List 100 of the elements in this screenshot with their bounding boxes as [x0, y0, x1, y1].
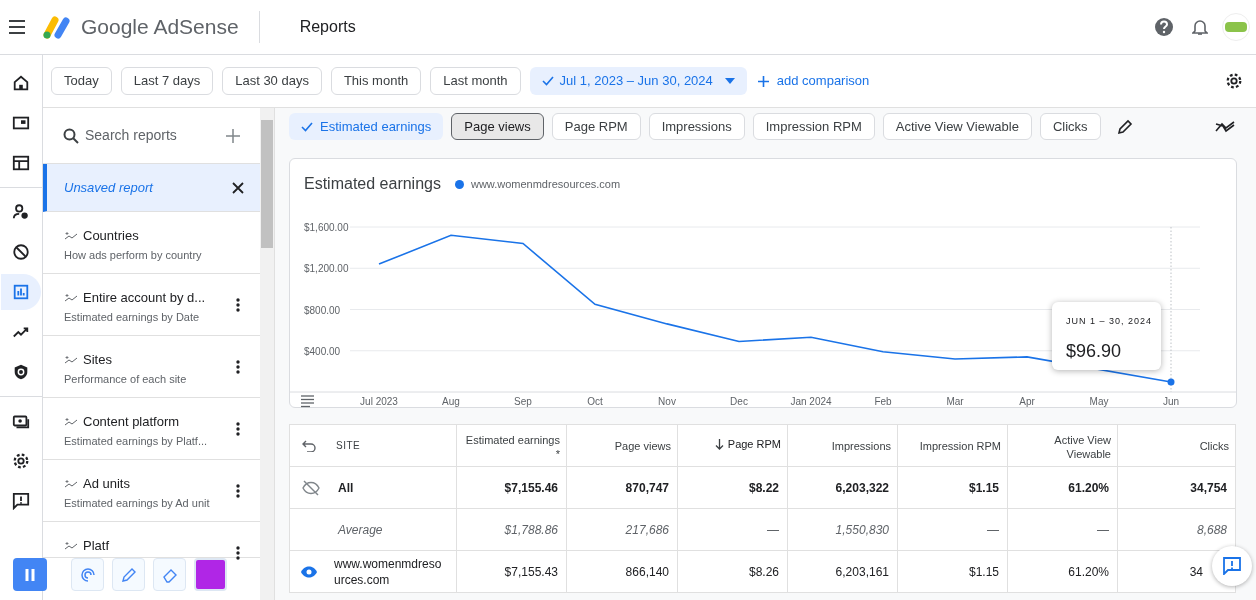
sparkle-trend-icon [64, 292, 78, 303]
x-axis-label: Jun [1162, 396, 1180, 407]
date-range-chip[interactable]: Today [51, 67, 112, 95]
report-description: How ads perform by country [64, 247, 202, 263]
table-cell: 217,686 [625, 522, 669, 537]
table-cell: $1,788.86 [504, 522, 558, 537]
x-axis-label: Apr [1019, 396, 1035, 407]
table-cell: 870,747 [625, 480, 669, 495]
trend-lines-icon[interactable] [1215, 120, 1235, 133]
sparkle-trend-icon [64, 354, 78, 365]
plus-icon [757, 75, 769, 87]
spotlight-tool-button[interactable] [71, 558, 104, 591]
settings-icon[interactable] [1225, 72, 1243, 90]
table-cell: $7,155.46 [504, 480, 558, 495]
table-cell: All [338, 479, 354, 496]
eraser-tool-button[interactable] [153, 558, 186, 591]
table-cell: $8.22 [748, 480, 779, 495]
pause-button[interactable] [13, 558, 47, 591]
pen-color-swatch[interactable] [194, 558, 227, 591]
pause-icon [25, 568, 35, 581]
x-axis-label: Aug [442, 396, 460, 407]
date-range-chip[interactable]: Jul 1, 2023 – Jun 30, 2024 [529, 67, 747, 95]
close-icon[interactable] [232, 181, 244, 194]
metric-chip[interactable]: Page RPM [551, 113, 641, 140]
date-range-chip[interactable]: Last month [430, 67, 521, 95]
y-axis-label: $400.00 [304, 345, 341, 357]
table-cell-text: www.womenmdresources.com [334, 555, 443, 588]
feedback-icon [1223, 557, 1241, 575]
sort-arrow-icon [714, 438, 724, 450]
chart-menu-icon[interactable] [300, 395, 315, 408]
search-field[interactable]: Search reports [85, 125, 225, 146]
sparkle-trend-icon [64, 416, 78, 427]
table-cell: 61.20% [1068, 564, 1109, 579]
metric-chip[interactable]: Clicks [1039, 113, 1101, 140]
menu-icon[interactable] [9, 20, 25, 34]
column-header[interactable]: Clicks [1199, 438, 1229, 453]
date-range-chip[interactable]: Last 30 days [222, 67, 322, 95]
settings-icon [12, 452, 30, 470]
table-cell: — [1097, 522, 1109, 537]
table-cell: 6,203,322 [835, 480, 889, 495]
x-axis-label: Jul 2023 [360, 396, 398, 407]
x-axis-label: May [1089, 396, 1109, 407]
more-options-icon[interactable] [236, 484, 240, 498]
eye-off-icon[interactable] [300, 479, 322, 496]
scrollbar[interactable] [260, 108, 275, 600]
notification-bell-icon[interactable] [1192, 18, 1208, 36]
add-comparison-link[interactable]: add comparison [757, 71, 870, 91]
help-icon[interactable] [1154, 17, 1174, 37]
table-cell: 8,688 [1196, 522, 1227, 537]
table-cell: 34,754 [1190, 480, 1227, 495]
x-axis-label: Nov [658, 396, 676, 407]
x-axis-label: Sep [514, 396, 532, 407]
table-cell: 6,203,161 [835, 564, 889, 579]
product-name: Google AdSense [81, 14, 239, 41]
column-header[interactable]: Page views [614, 438, 671, 453]
column-header[interactable]: Impressions [831, 438, 891, 453]
more-options-icon[interactable] [236, 298, 240, 312]
y-axis-label: $800.00 [304, 304, 341, 316]
y-axis-label: $1,200.00 [304, 263, 349, 275]
more-options-icon[interactable] [236, 422, 240, 436]
block-icon [12, 243, 30, 261]
table-cell: 1,550,830 [835, 522, 889, 537]
undo-icon[interactable] [302, 439, 316, 452]
metric-chip[interactable]: Estimated earnings [289, 113, 444, 140]
search-icon [63, 127, 79, 144]
check-icon [301, 121, 313, 132]
logo-icon [43, 15, 71, 39]
table-cell: 61.20% [1068, 480, 1109, 495]
shield-icon [12, 363, 30, 381]
metric-chip[interactable]: Impressions [648, 113, 745, 140]
edit-icon[interactable] [1116, 118, 1133, 135]
home-icon [12, 74, 30, 92]
date-range-chip[interactable]: This month [330, 67, 422, 95]
metric-chip[interactable]: Page views [451, 113, 544, 140]
sparkle-trend-icon [64, 478, 78, 489]
page-title: Reports [299, 17, 356, 37]
feedback-icon [12, 492, 30, 510]
table-cell: $7,155.43 [504, 564, 558, 579]
more-options-icon[interactable] [236, 360, 240, 374]
x-axis-label: Mar [946, 396, 964, 407]
column-header[interactable]: SITE [336, 438, 361, 453]
bar-chart-icon [12, 283, 30, 301]
metric-chip[interactable]: Active View Viewable [882, 113, 1032, 140]
report-description: Estimated earnings by Ad unit [64, 495, 210, 511]
tooltip-date: JUN 1 – 30, 2024 [1066, 315, 1154, 328]
date-range-chip[interactable]: Last 7 days [120, 67, 214, 95]
check-icon [541, 76, 554, 86]
report-description: Performance of each site [64, 371, 187, 387]
metric-chip[interactable]: Impression RPM [752, 113, 875, 140]
pen-tool-button[interactable] [112, 558, 145, 591]
sparkle-trend-icon [64, 230, 78, 241]
table-cell: $8.26 [748, 564, 779, 579]
x-axis-label: Oct [587, 396, 603, 407]
eye-icon[interactable] [300, 565, 318, 578]
more-options-icon[interactable] [236, 546, 240, 560]
person-icon [12, 203, 30, 221]
data-point [1167, 378, 1175, 386]
report-list-item[interactable]: Unsaved report [43, 164, 260, 212]
x-axis-label: Dec [730, 396, 748, 407]
legend-label: www.womenmdresources.com [470, 176, 621, 192]
